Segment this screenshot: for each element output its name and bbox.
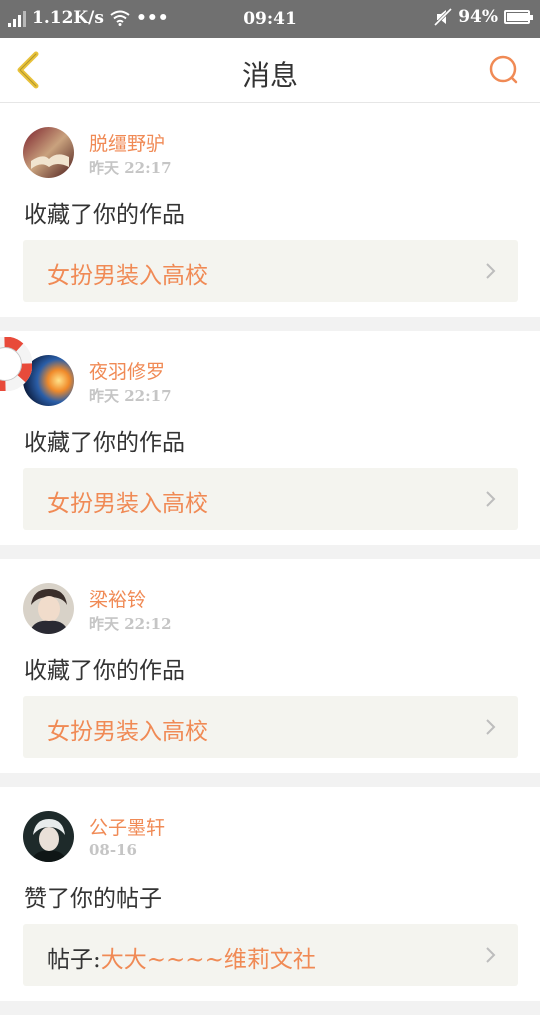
message-card[interactable]: 梁裕铃 昨天 22:12 收藏了你的作品 女扮男装入高校 [0,559,540,773]
sender-name[interactable]: 夜羽修罗 [89,357,165,384]
status-bar: 1.12K/s ••• 09:41 94% [0,0,540,38]
avatar[interactable] [23,583,74,634]
avatar[interactable] [23,127,74,178]
avatar[interactable] [23,811,74,862]
work-link[interactable]: 女扮男装入高校 [23,468,518,530]
sender-name[interactable]: 公子墨轩 [89,813,165,840]
chevron-right-icon [486,491,496,507]
message-card[interactable]: 脱缰野驴 昨天 22:17 收藏了你的作品 女扮男装入高校 [0,103,540,317]
search-icon[interactable] [488,54,520,86]
time-day-label: 昨天 [89,615,120,633]
work-title-text: 女扮男装入高校 [47,719,208,745]
sender-name[interactable]: 梁裕铃 [89,585,146,612]
work-title: 女扮男装入高校 [47,256,208,290]
mute-icon [434,8,453,26]
action-text: 收藏了你的作品 [24,202,185,228]
work-title-text: 女扮男装入高校 [47,491,208,517]
chevron-right-icon [486,719,496,735]
page-title: 消息 [241,59,298,92]
message-time: 昨天 22:12 [89,613,172,634]
message-card[interactable]: 公子墨轩 08-16 赞了你的帖子 帖子:大大~~~~维莉文社 [0,787,540,1001]
floating-lifebuoy-icon[interactable] [0,337,32,391]
message-time: 08-16 [89,841,137,859]
post-link[interactable]: 帖子:大大~~~~维莉文社 [23,924,518,986]
action-text: 赞了你的帖子 [24,886,162,912]
time-day-label: 昨天 [89,387,120,405]
message-time: 昨天 22:17 [89,385,172,406]
work-title-text: 女扮男装入高校 [47,263,208,289]
action-text: 收藏了你的作品 [24,430,185,456]
time-day-label: 昨天 [89,159,120,177]
post-title: 帖子:大大~~~~维莉文社 [47,940,316,974]
action-text: 收藏了你的作品 [24,658,185,684]
message-list: 脱缰野驴 昨天 22:17 收藏了你的作品 女扮男装入高校 夜羽修罗 昨天 22… [0,103,540,1015]
battery-icon [504,10,533,24]
chevron-right-icon [486,947,496,963]
sender-name[interactable]: 脱缰野驴 [89,129,165,156]
work-link[interactable]: 女扮男装入高校 [23,696,518,758]
post-title-text: 大大~~~~维莉文社 [100,947,316,973]
work-title: 女扮男装入高校 [47,712,208,746]
time-value: 22:17 [124,159,172,177]
post-prefix: 帖子: [47,947,101,973]
work-link[interactable]: 女扮男装入高校 [23,240,518,302]
message-time: 昨天 22:17 [89,157,172,178]
time-value: 08-16 [89,841,137,859]
work-title: 女扮男装入高校 [47,484,208,518]
chevron-right-icon [486,263,496,279]
time-value: 22:17 [124,387,172,405]
nav-bar: 消息 [0,38,540,103]
time-value: 22:12 [124,615,172,633]
battery-percent: 94% [458,7,498,27]
message-card[interactable]: 夜羽修罗 昨天 22:17 收藏了你的作品 女扮男装入高校 [0,331,540,545]
